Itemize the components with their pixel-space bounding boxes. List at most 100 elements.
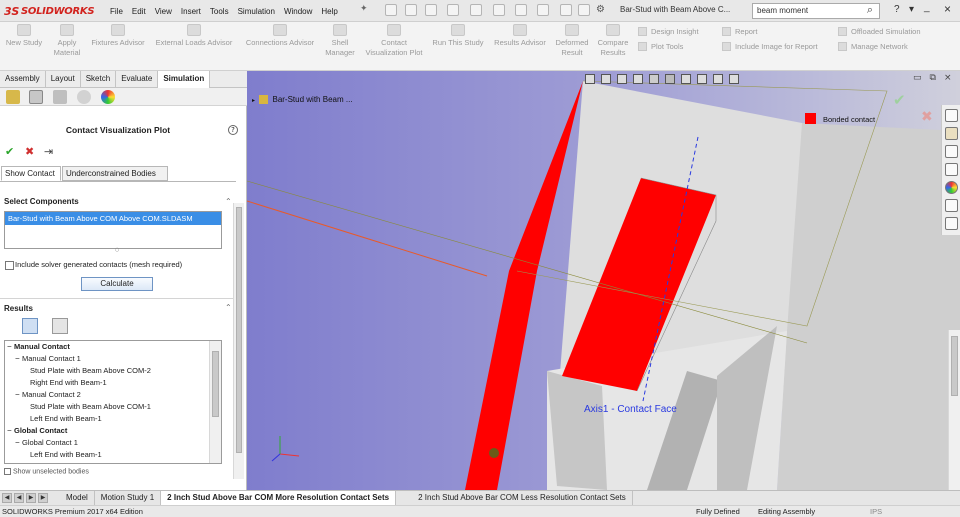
tree-node[interactable]: − Manual Contact 1 <box>5 353 221 365</box>
calculate-button[interactable]: Calculate <box>81 277 153 291</box>
apply-material-button[interactable]: Apply Material <box>50 24 84 58</box>
tree-node[interactable]: − Manual Contact 2 <box>5 389 221 401</box>
tab-evaluate[interactable]: Evaluate <box>116 71 159 88</box>
open-recent-icon[interactable] <box>425 4 437 16</box>
tree-node[interactable]: Right End with Beam-1 <box>5 377 221 389</box>
tree-scroll-thumb[interactable] <box>212 351 219 417</box>
custom-properties-icon[interactable] <box>945 199 958 212</box>
collapse-chevron-icon[interactable]: ⌃ <box>225 303 232 312</box>
tab-layout[interactable]: Layout <box>46 71 81 88</box>
forum-icon[interactable] <box>945 217 958 230</box>
previous-view-icon[interactable] <box>617 74 627 84</box>
beam-side-face[interactable] <box>777 123 960 490</box>
panel-scroll-thumb[interactable] <box>236 207 242 453</box>
save-icon[interactable] <box>447 4 459 16</box>
flyout-tree-root[interactable]: ▸ Bar-Stud with Beam ... <box>252 95 353 105</box>
menu-file[interactable]: File <box>110 7 123 16</box>
report-button[interactable]: Report <box>722 27 758 36</box>
tree-collapse-icon[interactable]: − <box>15 353 22 365</box>
collapse-chevron-icon[interactable]: ⌃ <box>225 197 232 206</box>
fixtures-advisor-button[interactable]: Fixtures Advisor <box>86 24 150 48</box>
viewport-scroll-thumb[interactable] <box>951 336 958 396</box>
tab-simulation[interactable]: Simulation <box>158 71 211 88</box>
menu-view[interactable]: View <box>155 7 172 16</box>
viewport-close-icon[interactable]: × <box>944 73 952 85</box>
plate-lower-face[interactable] <box>547 371 607 490</box>
results-tree[interactable]: − Manual Contact − Manual Contact 1 Stud Pla… <box>4 340 222 464</box>
results-advisor-button[interactable]: Results Advisor <box>490 24 550 48</box>
new-file-icon[interactable] <box>385 4 397 16</box>
menu-window[interactable]: Window <box>284 7 312 16</box>
open-file-icon[interactable] <box>405 4 417 16</box>
panel-scrollbar[interactable] <box>233 203 244 479</box>
menu-insert[interactable]: Insert <box>181 7 201 16</box>
graphics-area[interactable]: ▸ Bar-Stud with Beam ... Bonded contact … <box>247 71 960 490</box>
solidworks-logo[interactable]: 3S SOLIDWORKS <box>4 3 95 19</box>
tree-collapse-icon[interactable]: − <box>7 341 14 353</box>
redo-icon[interactable] <box>515 4 527 16</box>
tree-node[interactable]: − Global Contact <box>5 425 221 437</box>
edit-appearance-icon[interactable] <box>697 74 707 84</box>
menu-edit[interactable]: Edit <box>132 7 146 16</box>
undo-icon[interactable] <box>493 4 505 16</box>
menu-tools[interactable]: Tools <box>210 7 229 16</box>
resize-handle-icon[interactable]: ○ <box>115 247 119 253</box>
tab-show-contact[interactable]: Show Contact <box>1 166 61 181</box>
viewport-restore-icon[interactable]: ⧉ <box>930 73 936 85</box>
offloaded-simulation-button[interactable]: Offloaded Simulation <box>838 27 921 36</box>
tab-prev-icon[interactable]: ◀ <box>14 493 24 503</box>
appearances-icon[interactable] <box>945 181 958 194</box>
include-image-button[interactable]: Include Image for Report <box>722 42 818 51</box>
close-button[interactable]: × <box>944 2 951 16</box>
magnifier-icon[interactable]: ⌕ <box>862 3 878 19</box>
show-unselected-row[interactable]: Show unselected bodies <box>4 468 222 478</box>
new-study-button[interactable]: New Study <box>3 24 45 48</box>
include-solver-checkbox[interactable] <box>5 261 14 270</box>
search-input[interactable]: beam moment <box>752 3 880 19</box>
configuration-manager-icon[interactable] <box>53 90 67 104</box>
tab-first-icon[interactable]: ◀ <box>2 493 12 503</box>
hide-show-icon[interactable] <box>681 74 691 84</box>
tree-node[interactable]: − Manual Contact <box>5 341 221 353</box>
shell-manager-button[interactable]: Shell Manager <box>322 24 358 58</box>
rebuild-icon[interactable] <box>560 4 572 16</box>
edit-contact-icon[interactable] <box>52 318 68 334</box>
view-orientation-icon[interactable] <box>649 74 659 84</box>
tree-scrollbar[interactable] <box>209 341 221 463</box>
property-manager-icon[interactable] <box>29 90 43 104</box>
run-study-button[interactable]: Run This Study <box>428 24 488 48</box>
viewport-minimize-icon[interactable]: ▭ <box>913 73 922 85</box>
keep-visible-pin-icon[interactable]: ⇥ <box>44 145 53 158</box>
tree-collapse-icon[interactable]: − <box>7 425 14 437</box>
apply-scene-icon[interactable] <box>713 74 723 84</box>
confirm-corner-reject[interactable]: ✖ <box>921 109 933 125</box>
tab-sketch[interactable]: Sketch <box>81 71 117 88</box>
show-unselected-checkbox[interactable] <box>4 468 11 475</box>
tab-model[interactable]: Model <box>52 491 95 505</box>
tab-assembly[interactable]: Assembly <box>0 71 46 88</box>
tree-node[interactable]: Left End with Beam-1 <box>5 449 221 461</box>
compare-results-button[interactable]: Compare Results <box>594 24 632 58</box>
model-view[interactable] <box>247 71 960 490</box>
tab-underconstrained-bodies[interactable]: Underconstrained Bodies <box>62 166 168 181</box>
tree-node[interactable]: Stud Plate with Beam Above COM-1 <box>5 461 221 463</box>
home-icon[interactable] <box>945 109 958 122</box>
deformed-result-button[interactable]: Deformed Result <box>552 24 592 58</box>
tree-collapse-icon[interactable]: − <box>15 389 22 401</box>
panel-help-icon[interactable]: ? <box>228 125 238 135</box>
print-icon[interactable] <box>470 4 482 16</box>
file-properties-icon[interactable] <box>578 4 590 16</box>
tab-motion-study[interactable]: Motion Study 1 <box>95 491 162 505</box>
dimxpert-icon[interactable] <box>77 90 91 104</box>
contact-visualization-button[interactable]: Contact Visualization Plot <box>360 24 428 58</box>
cancel-button[interactable]: ✖ <box>25 145 34 158</box>
pin-menu-icon[interactable]: ✦ <box>360 4 368 14</box>
help-icon[interactable]: ? <box>894 4 900 15</box>
menu-simulation[interactable]: Simulation <box>238 7 275 16</box>
ok-button[interactable]: ✔ <box>5 145 14 158</box>
tree-node[interactable]: − Global Contact 1 <box>5 437 221 449</box>
viewport-scrollbar[interactable] <box>948 330 960 490</box>
tree-node[interactable]: Stud Plate with Beam Above COM-2 <box>5 365 221 377</box>
zoom-area-icon[interactable] <box>601 74 611 84</box>
tree-collapse-icon[interactable]: − <box>15 437 22 449</box>
